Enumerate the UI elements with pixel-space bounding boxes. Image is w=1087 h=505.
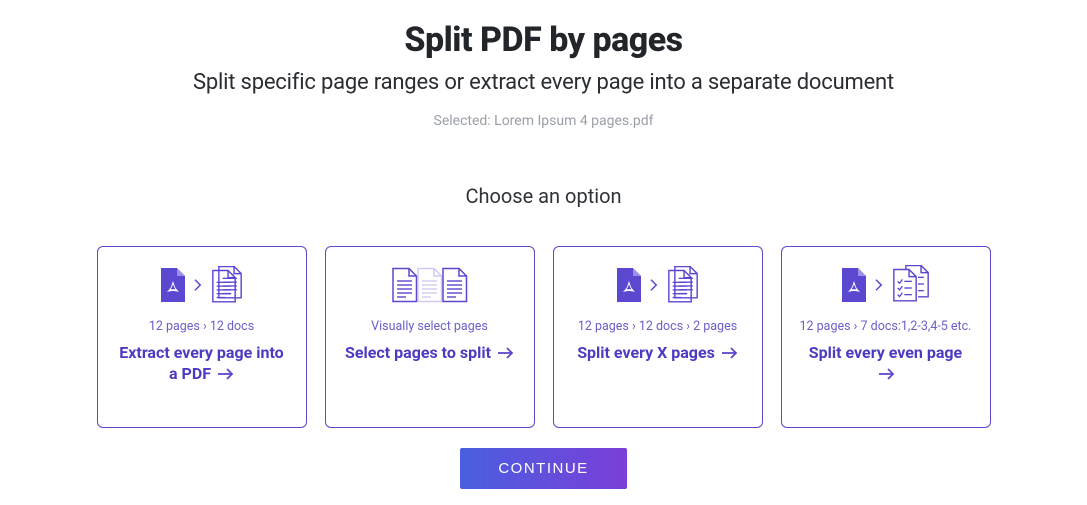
card-title: Extract every page into a PDF	[117, 343, 287, 385]
arrow-right-icon	[498, 346, 514, 360]
card-title-text: Extract every page into a PDF	[119, 343, 283, 383]
card-description: 12 pages › 7 docs:1,2-3,4-5 etc.	[800, 319, 972, 335]
doc-trio-icon	[390, 266, 470, 304]
chevron-right-icon	[873, 279, 885, 291]
card-icon-group	[839, 265, 933, 305]
continue-button[interactable]: CONTINUE	[460, 448, 626, 489]
doc-check-stack-icon	[891, 265, 933, 305]
selected-file-label: Selected: Lorem Ipsum 4 pages.pdf	[0, 113, 1087, 129]
doc-stack-icon	[666, 266, 701, 304]
pdf-file-icon	[158, 268, 186, 303]
card-title: Split every X pages	[577, 343, 738, 364]
chevron-right-icon	[648, 279, 660, 291]
doc-stack-icon	[210, 266, 245, 304]
card-icon-group	[390, 265, 470, 305]
option-select-pages[interactable]: Visually select pages Select pages to sp…	[325, 246, 535, 428]
card-icon-group	[158, 265, 245, 305]
option-split-even-page[interactable]: 12 pages › 7 docs:1,2-3,4-5 etc. Split e…	[781, 246, 991, 428]
option-cards: 12 pages › 12 docs Extract every page in…	[0, 246, 1087, 428]
page-title: Split PDF by pages	[0, 20, 1087, 60]
card-description: 12 pages › 12 docs › 2 pages	[578, 319, 737, 335]
card-description: 12 pages › 12 docs	[149, 319, 254, 335]
chevron-right-icon	[192, 279, 204, 291]
arrow-right-icon	[218, 367, 234, 381]
option-extract-every-page[interactable]: 12 pages › 12 docs Extract every page in…	[97, 246, 307, 428]
card-description: Visually select pages	[371, 319, 488, 335]
pdf-file-icon	[839, 268, 867, 303]
card-title-text: Select pages to split	[345, 343, 491, 362]
option-split-every-x[interactable]: 12 pages › 12 docs › 2 pages Split every…	[553, 246, 763, 428]
arrow-right-icon	[879, 367, 895, 381]
card-title: Select pages to split	[345, 343, 514, 364]
arrow-right-icon	[722, 346, 738, 360]
pdf-file-icon	[614, 268, 642, 303]
card-title-text: Split every X pages	[577, 343, 715, 362]
card-title-text: Split every even page	[809, 343, 962, 362]
card-title: Split every even page	[801, 343, 971, 385]
card-icon-group	[614, 265, 701, 305]
page-subtitle: Split specific page ranges or extract ev…	[0, 70, 1087, 95]
choose-option-label: Choose an option	[0, 184, 1087, 208]
